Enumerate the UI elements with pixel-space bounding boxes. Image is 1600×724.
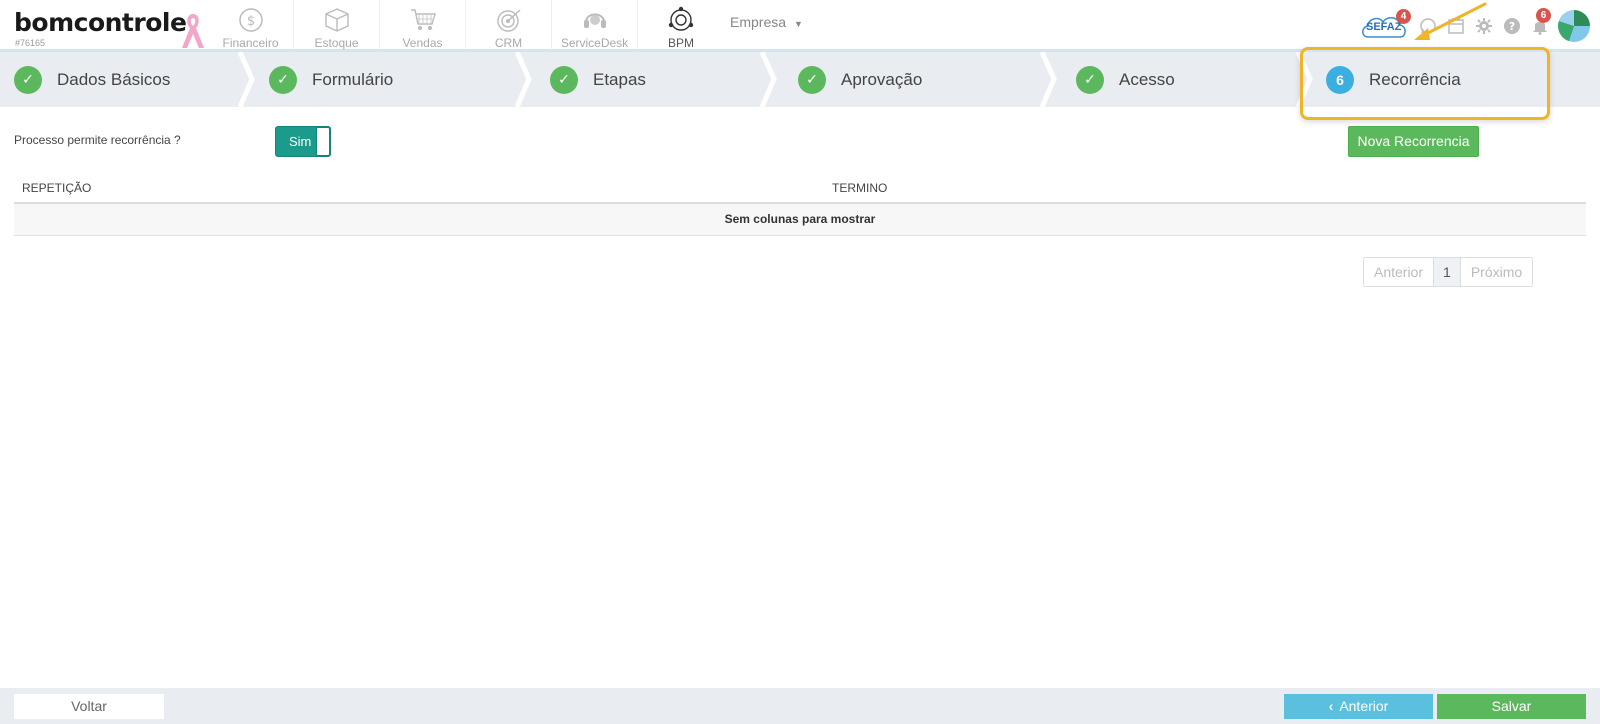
- pagination-next[interactable]: Próximo: [1461, 258, 1532, 286]
- module-estoque[interactable]: Estoque: [294, 0, 380, 50]
- pagination-prev[interactable]: Anterior: [1364, 258, 1435, 286]
- step-label: Etapas: [593, 69, 646, 89]
- step-separator: [1040, 52, 1057, 107]
- top-navbar: bomcontrole #76165 $ Financeiro Estoque …: [0, 0, 1600, 52]
- bpm-network-icon: [668, 6, 694, 31]
- step-separator: [760, 52, 777, 107]
- module-label: Vendas: [402, 36, 443, 50]
- target-icon: [496, 9, 520, 32]
- pagination: Anterior 1 Próximo: [1363, 257, 1534, 287]
- logo-text: bomcontrole: [14, 8, 187, 37]
- step-label: Formulário: [312, 69, 394, 89]
- module-label: CRM: [494, 36, 523, 50]
- module-label: BPM: [667, 36, 694, 50]
- new-recurrence-button[interactable]: Nova Recorrencia: [1348, 126, 1479, 157]
- module-label: Estoque: [314, 36, 359, 50]
- cart-icon: [410, 9, 436, 30]
- check-icon: ✓: [550, 65, 578, 94]
- module-financeiro[interactable]: $ Financeiro: [208, 0, 294, 50]
- step-separator: [238, 52, 255, 107]
- step-separator: [515, 52, 532, 107]
- recurrence-table: REPETIÇÃO TERMINO Sem colunas para mostr…: [14, 172, 1586, 236]
- table-header: REPETIÇÃO TERMINO: [14, 172, 1586, 204]
- annotation-arrow-icon: [1414, 2, 1487, 40]
- notifications-badge: 6: [1536, 8, 1551, 23]
- pagination-page[interactable]: 1: [1434, 258, 1461, 286]
- user-avatar[interactable]: [1558, 10, 1590, 42]
- svg-text:?: ?: [1509, 20, 1515, 33]
- footer-bar: Voltar ‹ Anterior Salvar: [0, 688, 1600, 724]
- step-formulario[interactable]: ✓ Formulário: [269, 52, 393, 107]
- step-label: Aprovação: [841, 69, 923, 89]
- step-label: Dados Básicos: [57, 69, 171, 89]
- check-icon: ✓: [1076, 65, 1104, 94]
- pink-ribbon-icon: [182, 14, 204, 48]
- empty-table-message: Sem colunas para mostrar: [14, 204, 1586, 236]
- recurrence-question-label: Processo permite recorrência ?: [14, 133, 181, 147]
- company-selector[interactable]: Empresa ▼: [730, 14, 803, 30]
- module-vendas[interactable]: Vendas: [380, 0, 466, 50]
- account-id: #76165: [15, 38, 46, 48]
- headset-icon: [583, 13, 606, 28]
- previous-label: Anterior: [1339, 698, 1389, 714]
- back-button[interactable]: Voltar: [14, 694, 164, 719]
- step-etapas[interactable]: ✓ Etapas: [550, 52, 646, 107]
- help-icon[interactable]: ?: [1502, 16, 1522, 36]
- toggle-value: Sim: [289, 134, 312, 149]
- module-bpm[interactable]: BPM: [638, 0, 724, 50]
- save-button[interactable]: Salvar: [1437, 694, 1586, 719]
- module-servicedesk[interactable]: ServiceDesk: [552, 0, 638, 50]
- toggle-knob: [316, 127, 330, 156]
- svg-text:$: $: [246, 14, 254, 29]
- check-icon: ✓: [269, 65, 297, 94]
- module-nav: $ Financeiro Estoque Vendas CRM ServiceD…: [208, 0, 724, 50]
- sefaz-label: SEFAZ: [1366, 21, 1402, 33]
- step-aprovacao[interactable]: ✓ Aprovação: [798, 52, 922, 107]
- step-label: Acesso: [1119, 69, 1175, 89]
- module-label: Financeiro: [222, 36, 279, 50]
- step-acesso[interactable]: ✓ Acesso: [1076, 52, 1175, 107]
- annotation-highlight-box: [1300, 47, 1550, 120]
- company-label: Empresa: [730, 14, 787, 30]
- chevron-left-icon: ‹: [1328, 698, 1334, 714]
- box-icon: [324, 8, 349, 32]
- step-dados-basicos[interactable]: ✓ Dados Básicos: [14, 52, 170, 107]
- dollar-circle-icon: $: [238, 8, 263, 32]
- previous-button[interactable]: ‹ Anterior: [1284, 694, 1433, 719]
- notifications-bell-icon[interactable]: 6: [1530, 8, 1551, 36]
- column-header-termino[interactable]: TERMINO: [832, 181, 887, 195]
- app-logo[interactable]: bomcontrole #76165: [14, 8, 187, 48]
- recurrence-toggle[interactable]: Sim: [275, 126, 331, 157]
- check-icon: ✓: [798, 65, 826, 94]
- check-icon: ✓: [14, 65, 42, 94]
- column-header-repeticao[interactable]: REPETIÇÃO: [22, 181, 91, 195]
- module-label: ServiceDesk: [560, 36, 629, 50]
- caret-down-icon: ▼: [794, 19, 803, 29]
- module-crm[interactable]: CRM: [466, 0, 552, 50]
